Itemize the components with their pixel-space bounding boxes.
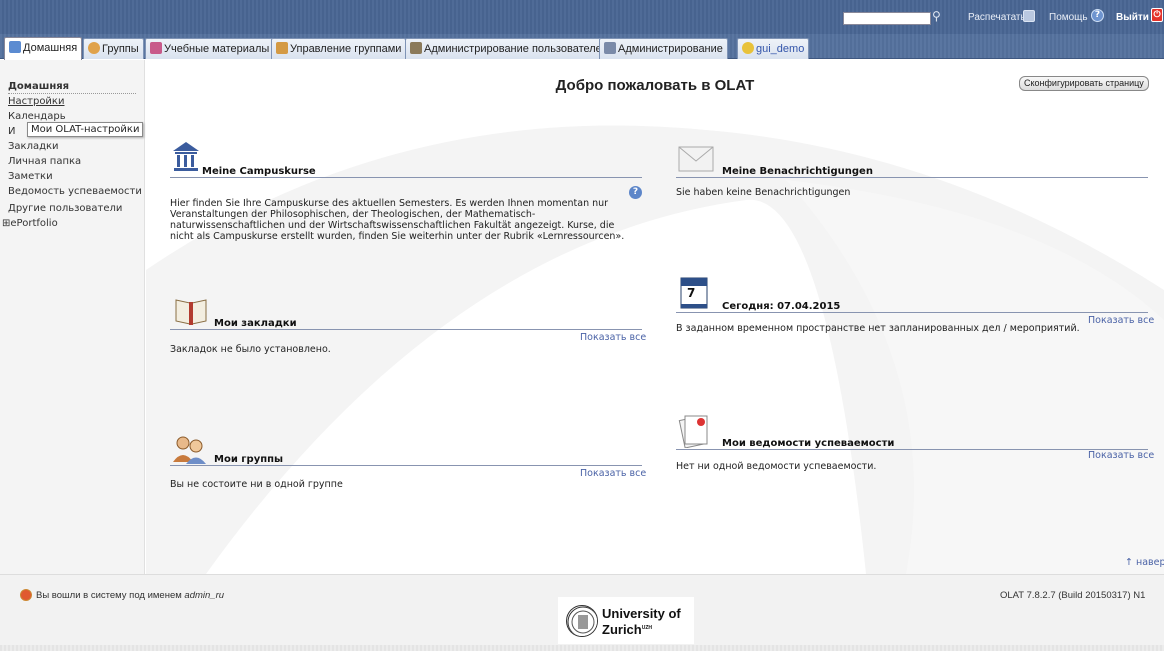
user-admin-icon xyxy=(410,42,422,54)
page-title: Добро пожаловать в OLAT xyxy=(555,77,755,94)
calendar-text: В заданном временном пространстве нет за… xyxy=(676,323,1080,334)
people-icon xyxy=(173,436,206,464)
show-all-link[interactable]: Показать все xyxy=(1088,315,1154,326)
portlet-calendar: 7 Сегодня: 07.04.2015 xyxy=(676,272,1148,313)
top-bar: ⚲ Распечатать Помощь ? Выйти ⏻ xyxy=(0,0,1164,34)
portlet-header-line xyxy=(676,177,1148,178)
login-username[interactable]: admin_ru xyxy=(184,590,224,601)
user-icon xyxy=(20,589,32,601)
tab-label: Администрирование xyxy=(618,43,723,55)
configure-page-button[interactable]: Сконфигурировать страницу xyxy=(1019,76,1149,91)
sidebar-item-home[interactable]: Домашняя xyxy=(8,81,136,94)
campus-courses-text: Hier finden Sie Ihre Campuskurse des akt… xyxy=(170,198,625,242)
learning-resources-icon xyxy=(150,42,162,54)
help-icon[interactable]: ? xyxy=(1091,9,1104,22)
sidebar: Домашняя Настройки Календарь И Закладки … xyxy=(0,60,145,574)
show-all-link[interactable]: Показать все xyxy=(580,332,646,343)
sidebar-item-info[interactable]: И xyxy=(8,126,15,137)
tooltip: Мои OLAT-настройки xyxy=(27,122,144,137)
top-link-label: наверх xyxy=(1136,557,1164,568)
document-certificate-icon xyxy=(678,415,708,448)
sidebar-item-settings[interactable]: Настройки xyxy=(8,96,64,107)
main-content: Добро пожаловать в OLAT Сконфигурировать… xyxy=(146,60,1164,574)
tab-group-management[interactable]: Управление группами xyxy=(271,38,407,59)
admin-icon xyxy=(604,42,616,54)
portlet-bookmarks: Мои закладки xyxy=(170,292,642,330)
tab-gui-demo[interactable]: gui_demo xyxy=(737,38,810,59)
tab-label: Группы xyxy=(102,43,139,55)
tab-user-administration[interactable]: Администрирование пользователей xyxy=(405,38,613,59)
back-to-top-link[interactable]: ↑ наверх xyxy=(1125,557,1164,568)
tab-administration[interactable]: Администрирование xyxy=(599,38,728,59)
version-info: OLAT 7.8.2.7 (Build 20150317) N1 xyxy=(1000,590,1146,601)
notifications-text: Sie haben keine Benachrichtigungen xyxy=(676,187,851,198)
sidebar-item-bookmarks[interactable]: Закладки xyxy=(8,141,59,152)
portlet-title[interactable]: Meine Campuskurse xyxy=(202,166,316,177)
search-icon[interactable]: ⚲ xyxy=(932,9,944,23)
group-management-icon xyxy=(276,42,288,54)
footer-strip xyxy=(0,645,1164,651)
help-icon[interactable]: ? xyxy=(629,186,642,199)
bookmarks-text: Закладок не было установлено. xyxy=(170,344,331,355)
portlet-header-line xyxy=(676,449,1148,450)
portlet-notifications: Meine Benachrichtigungen xyxy=(676,138,1148,178)
login-info: Вы вошли в систему под именем admin_ru xyxy=(36,590,224,601)
logout-icon[interactable]: ⏻ xyxy=(1151,8,1163,22)
login-prefix: Вы вошли в систему под именем xyxy=(36,590,182,601)
tab-label: Домашняя xyxy=(23,42,78,54)
university-sup: UZH xyxy=(641,625,653,631)
envelope-icon xyxy=(678,146,714,172)
tab-home[interactable]: Домашняя xyxy=(4,37,83,60)
portlet-campus-courses: Meine Campuskurse xyxy=(170,138,642,178)
portlet-title[interactable]: Мои закладки xyxy=(214,318,297,329)
show-all-link[interactable]: Показать все xyxy=(580,468,646,479)
university-seal-icon xyxy=(566,605,598,637)
sidebar-item-efficiency-statements[interactable]: Ведомость успеваемости xyxy=(8,186,142,197)
search-input[interactable] xyxy=(843,12,931,25)
tab-label: gui_demo xyxy=(756,43,805,55)
show-all-link[interactable]: Показать все xyxy=(1088,450,1154,461)
calendar-day: 7 xyxy=(687,286,696,300)
tab-learning-resources[interactable]: Учебные материалы xyxy=(145,38,275,59)
university-line-1: University of xyxy=(602,606,681,621)
portlet-header-line xyxy=(676,312,1148,313)
sidebar-item-other-users[interactable]: Другие пользователи xyxy=(8,203,122,214)
portlet-title[interactable]: Meine Benachrichtigungen xyxy=(722,166,873,177)
gui-demo-icon xyxy=(742,42,754,54)
tab-label: Учебные материалы xyxy=(164,43,270,55)
tab-label: Управление группами xyxy=(290,43,402,55)
home-icon xyxy=(9,41,21,53)
tab-label: Администрирование пользователей xyxy=(424,43,608,55)
efficiency-text: Нет ни одной ведомости успеваемости. xyxy=(676,461,877,472)
groups-text: Вы не состоите ни в одной группе xyxy=(170,479,343,490)
groups-icon xyxy=(88,42,100,54)
logout-link[interactable]: Выйти xyxy=(1116,12,1149,23)
arrow-up-icon: ↑ xyxy=(1125,557,1133,568)
portlet-title[interactable]: Мои группы xyxy=(214,454,283,465)
portlet-header-line xyxy=(170,177,642,178)
university-logo[interactable]: University of ZurichUZH xyxy=(558,597,694,644)
university-name: University of ZurichUZH xyxy=(602,607,681,637)
portlet-header-line xyxy=(170,329,642,330)
portlet-header-line xyxy=(170,465,642,466)
help-link[interactable]: Помощь xyxy=(1049,12,1088,23)
portlet-title[interactable]: Мои ведомости успеваемости xyxy=(722,438,894,449)
university-line-2: Zurich xyxy=(602,622,642,637)
sidebar-item-eportfolio[interactable]: ⊞ePortfolio xyxy=(2,218,58,229)
sidebar-item-label: ePortfolio xyxy=(10,218,58,229)
portlet-groups: Мои группы xyxy=(170,432,642,466)
book-icon xyxy=(175,299,207,325)
portlet-efficiency-statements: Мои ведомости успеваемости xyxy=(676,410,1148,450)
sidebar-item-calendar[interactable]: Календарь xyxy=(8,111,66,122)
portlet-title[interactable]: Сегодня: 07.04.2015 xyxy=(722,301,840,312)
print-link[interactable]: Распечатать xyxy=(968,12,1026,23)
tab-groups[interactable]: Группы xyxy=(83,38,144,59)
sidebar-item-notes[interactable]: Заметки xyxy=(8,171,53,182)
main-tab-bar: Домашняя Группы Учебные материалы Управл… xyxy=(0,34,1164,60)
printer-icon[interactable] xyxy=(1023,10,1035,22)
sidebar-item-personal-folder[interactable]: Личная папка xyxy=(8,156,81,167)
university-building-icon xyxy=(173,142,199,171)
footer: Вы вошли в систему под именем admin_ru O… xyxy=(0,574,1164,651)
